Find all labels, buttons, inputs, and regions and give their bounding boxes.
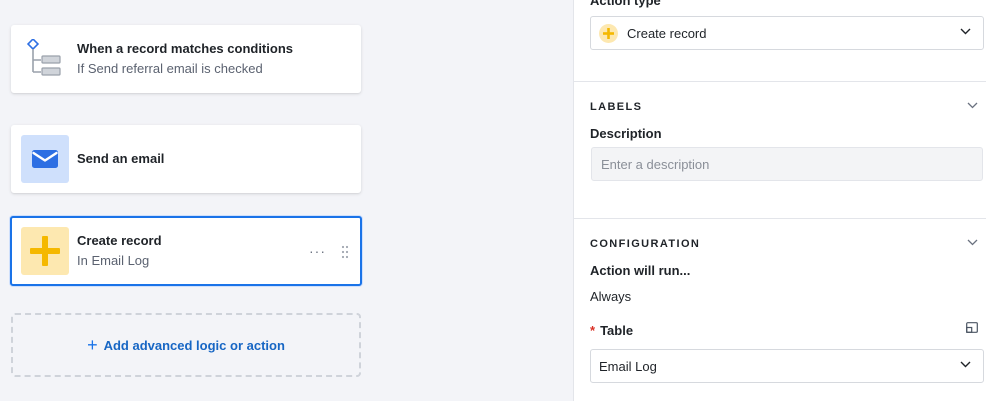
plus-icon [30, 236, 60, 266]
send-email-card[interactable]: Send an email [11, 125, 361, 193]
condition-tree-icon [26, 39, 61, 76]
action-type-value: Create record [627, 25, 707, 41]
expand-icon[interactable] [966, 322, 978, 333]
more-options-icon[interactable]: ··· [309, 243, 326, 259]
configuration-section-title[interactable]: CONFIGURATION [590, 238, 700, 250]
create-record-title: Create record [77, 233, 162, 248]
chevron-down-icon[interactable] [967, 239, 978, 246]
drag-handle-icon[interactable] [341, 245, 349, 259]
table-label-text: Table [600, 323, 634, 338]
add-advanced-logic-label: Add advanced logic or action [103, 337, 285, 353]
send-email-title: Send an email [77, 151, 165, 166]
trigger-icon-box [21, 35, 69, 83]
trigger-card[interactable]: When a record matches conditions If Send… [11, 25, 361, 93]
table-label: * Table [590, 323, 633, 338]
action-will-run-value: Always [590, 289, 632, 304]
action-type-select[interactable]: Create record [590, 16, 984, 50]
add-plus-icon: + [87, 335, 98, 355]
trigger-title: When a record matches conditions [77, 41, 293, 56]
chevron-down-icon [960, 361, 971, 368]
description-input[interactable] [591, 147, 983, 181]
workflow-canvas: When a record matches conditions If Send… [0, 0, 573, 401]
section-divider [574, 81, 986, 82]
table-select-value: Email Log [599, 358, 657, 374]
section-divider [574, 218, 986, 219]
chevron-down-icon [960, 28, 971, 35]
add-advanced-logic-button[interactable]: + Add advanced logic or action [11, 313, 361, 377]
chevron-down-icon[interactable] [967, 102, 978, 109]
labels-section-title[interactable]: LABELS [590, 101, 642, 113]
create-record-card[interactable]: Create record In Email Log ··· [10, 216, 362, 286]
email-icon-box [21, 135, 69, 183]
envelope-icon [32, 150, 58, 168]
create-icon-box [21, 227, 69, 275]
action-config-panel: Action type Create record LABELS Descrip… [573, 0, 986, 401]
trigger-subtitle: If Send referral email is checked [77, 61, 263, 76]
create-record-icon [599, 23, 618, 43]
description-label: Description [590, 126, 662, 141]
action-will-run-label: Action will run... [590, 263, 691, 278]
table-select[interactable]: Email Log [590, 349, 984, 383]
action-type-label: Action type [590, 0, 661, 8]
create-record-subtitle: In Email Log [77, 253, 150, 268]
required-marker: * [590, 323, 596, 338]
